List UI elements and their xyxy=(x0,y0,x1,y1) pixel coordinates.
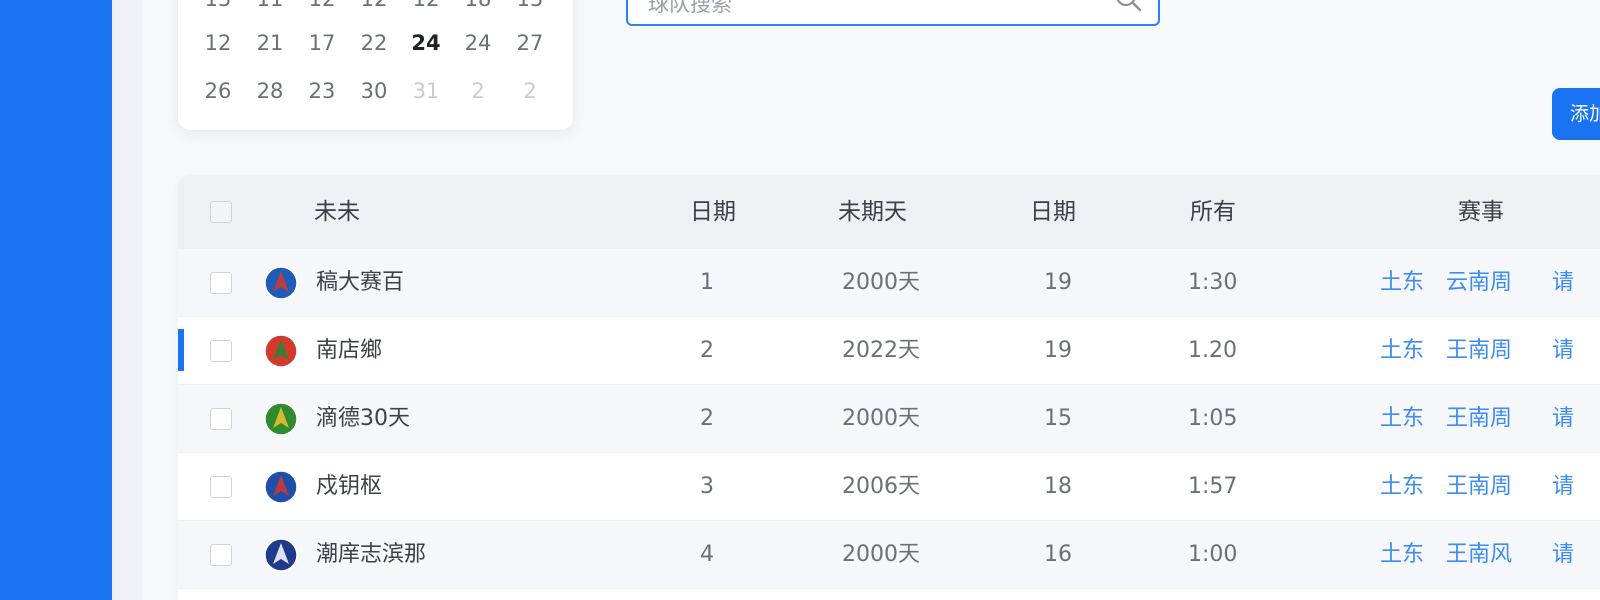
team-logo-icon xyxy=(264,470,298,504)
calendar-day[interactable]: 22 xyxy=(348,28,400,58)
cell-value: 15 xyxy=(1044,406,1072,431)
calendar-day[interactable]: 28 xyxy=(244,76,296,106)
table-row[interactable]: 戍钥枢 3 2006天 18 1:57 土东 王南周请 xyxy=(178,453,1600,521)
calendar-day[interactable]: 26 xyxy=(192,76,244,106)
row-action-link[interactable]: 请 xyxy=(1552,317,1574,385)
cell-value: 2000天 xyxy=(842,406,920,431)
cell-value: 19 xyxy=(1044,270,1072,295)
calendar-day-today[interactable]: 24 xyxy=(400,28,452,58)
calendar-day[interactable]: 15 xyxy=(504,0,556,14)
cell-value: 2022天 xyxy=(842,338,920,363)
column-header[interactable]: 日期 xyxy=(1030,175,1076,249)
sidebar-gap xyxy=(112,0,142,600)
calendar-day[interactable]: 11 xyxy=(244,0,296,14)
row-action-link[interactable]: 土东 xyxy=(1380,521,1424,589)
row-action-link[interactable]: 云南周 xyxy=(1446,249,1512,317)
row-action-link[interactable]: 王南周 xyxy=(1446,453,1512,521)
calendar-day[interactable]: 24 xyxy=(452,28,504,58)
row-action-link[interactable]: 王南周 xyxy=(1446,385,1512,453)
calendar-day[interactable]: 12 xyxy=(192,28,244,58)
calendar-widget: 15 11 12 12 12 18 15 12 21 17 22 24 24 2… xyxy=(178,0,573,130)
calendar-day[interactable]: 12 xyxy=(348,0,400,14)
calendar-day[interactable]: 30 xyxy=(348,76,400,106)
calendar-week: 26 28 23 30 31 2 2 xyxy=(192,76,560,106)
row-action-link[interactable]: 王南风 xyxy=(1446,521,1512,589)
cell-value: 2000天 xyxy=(842,542,920,567)
calendar-day-outside[interactable]: 2 xyxy=(504,76,556,106)
team-logo-icon xyxy=(264,402,298,436)
cell-value: 4 xyxy=(700,542,714,567)
column-header[interactable]: 未期天 xyxy=(838,175,907,249)
calendar-day[interactable]: 27 xyxy=(504,28,556,58)
calendar-day-outside[interactable]: 31 xyxy=(400,76,452,106)
calendar-day[interactable]: 21 xyxy=(244,28,296,58)
table-row[interactable]: 南店鄉 2 2022天 19 1.20 土东 王南周请 xyxy=(178,317,1600,385)
calendar-day[interactable]: 17 xyxy=(296,28,348,58)
team-name: 稿大赛百 xyxy=(316,270,405,295)
selected-row-indicator xyxy=(178,329,184,371)
row-action-link[interactable]: 请 xyxy=(1552,521,1574,589)
row-action-link[interactable]: 请 xyxy=(1552,453,1574,521)
column-header[interactable]: 未未 xyxy=(314,175,360,249)
cell-value: 19 xyxy=(1044,338,1072,363)
cell-value: 18 xyxy=(1044,474,1072,499)
cell-value: 2006天 xyxy=(842,474,920,499)
row-action-link[interactable]: 请 xyxy=(1552,249,1574,317)
row-action-link[interactable]: 土东 xyxy=(1380,385,1424,453)
row-action-link[interactable]: 请 xyxy=(1552,385,1574,453)
cell-value: 2 xyxy=(700,338,714,363)
row-action-link[interactable]: 土东 xyxy=(1380,453,1424,521)
add-button[interactable]: 添加 xyxy=(1552,88,1600,140)
cell-value: 1:00 xyxy=(1188,542,1238,567)
search-icon[interactable] xyxy=(1114,0,1142,12)
row-checkbox[interactable] xyxy=(210,544,232,566)
team-name: 戍钥枢 xyxy=(316,474,383,499)
row-checkbox[interactable] xyxy=(210,272,232,294)
cell-value: 1:57 xyxy=(1188,474,1238,499)
search-input[interactable]: 球队搜索 xyxy=(626,0,1160,26)
row-action-link[interactable]: 土东 xyxy=(1380,317,1424,385)
column-header[interactable]: 所有 xyxy=(1190,175,1236,249)
select-all-checkbox[interactable] xyxy=(210,201,232,223)
calendar-day[interactable]: 15 xyxy=(192,0,244,14)
calendar-week: 15 11 12 12 12 18 15 xyxy=(192,0,560,14)
cell-value: 1 xyxy=(700,270,714,295)
column-header[interactable]: 日期 xyxy=(690,175,736,249)
team-name: 滴德30天 xyxy=(316,406,410,431)
team-name: 潮庠志滨那 xyxy=(316,542,427,567)
cell-value: 1.20 xyxy=(1188,338,1237,363)
team-logo-icon xyxy=(264,266,298,300)
row-action-link[interactable]: 土东 xyxy=(1380,249,1424,317)
table-row[interactable]: 滴德30天 2 2000天 15 1:05 土东 王南周请 xyxy=(178,385,1600,453)
search-text: 球队搜索 xyxy=(648,0,732,16)
calendar-week: 12 21 17 22 24 24 27 xyxy=(192,28,560,58)
calendar-day[interactable]: 18 xyxy=(452,0,504,14)
calendar-day[interactable]: 12 xyxy=(296,0,348,14)
team-table: 未未 日期 未期天 日期 所有 赛事 稿大赛百 1 2000天 19 1:30 土东 云南周… xyxy=(178,175,1600,600)
cell-value: 1:30 xyxy=(1188,270,1238,295)
team-name: 南店鄉 xyxy=(316,338,383,363)
cell-value: 3 xyxy=(700,474,714,499)
row-action-link[interactable]: 王南周 xyxy=(1446,317,1512,385)
cell-value: 2 xyxy=(700,406,714,431)
row-checkbox[interactable] xyxy=(210,476,232,498)
row-checkbox[interactable] xyxy=(210,408,232,430)
cell-value: 2000天 xyxy=(842,270,920,295)
calendar-day[interactable]: 12 xyxy=(400,0,452,14)
column-header[interactable]: 赛事 xyxy=(1458,175,1504,249)
calendar-day[interactable]: 23 xyxy=(296,76,348,106)
row-checkbox[interactable] xyxy=(210,340,232,362)
calendar-day-outside[interactable]: 2 xyxy=(452,76,504,106)
table-row[interactable]: 潮庠志滨那 4 2000天 16 1:00 土东 王南风请 xyxy=(178,521,1600,589)
team-logo-icon xyxy=(264,334,298,368)
team-logo-icon xyxy=(264,538,298,572)
table-header: 未未 日期 未期天 日期 所有 赛事 xyxy=(178,175,1600,249)
cell-value: 16 xyxy=(1044,542,1072,567)
table-row[interactable]: 稿大赛百 1 2000天 19 1:30 土东 云南周请 xyxy=(178,249,1600,317)
sidebar xyxy=(0,0,112,600)
cell-value: 1:05 xyxy=(1188,406,1238,431)
